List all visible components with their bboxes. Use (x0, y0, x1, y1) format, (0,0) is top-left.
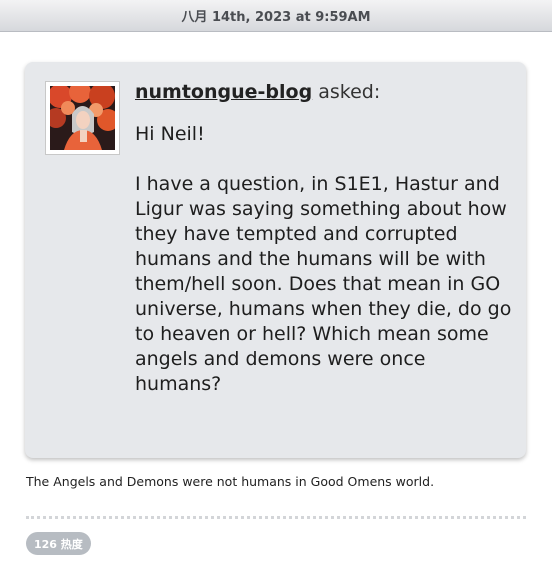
asker-avatar[interactable] (45, 81, 120, 155)
post-date-bar: 八月 14th, 2023 at 9:59AM (0, 0, 552, 32)
notes-count-badge[interactable]: 126 热度 (26, 532, 91, 555)
asker-link[interactable]: numtongue-blog (135, 81, 312, 103)
question-greeting: Hi Neil! (135, 123, 205, 145)
answer-text: The Angels and Demons were not humans in… (26, 474, 435, 489)
ask-box: numtongue-blog asked: Hi Neil! I have a … (25, 62, 526, 458)
divider (26, 516, 526, 519)
question: numtongue-blog asked: Hi Neil! I have a … (135, 80, 515, 397)
notes-count: 126 热度 (34, 537, 83, 551)
avatar-illustration-icon (50, 86, 115, 150)
post-date: 八月 14th, 2023 at 9:59AM (181, 10, 371, 25)
asked-label: asked: (318, 81, 381, 103)
asker-line: numtongue-blog asked: (135, 80, 515, 105)
question-body: I have a question, in S1E1, Hastur and L… (135, 173, 512, 395)
